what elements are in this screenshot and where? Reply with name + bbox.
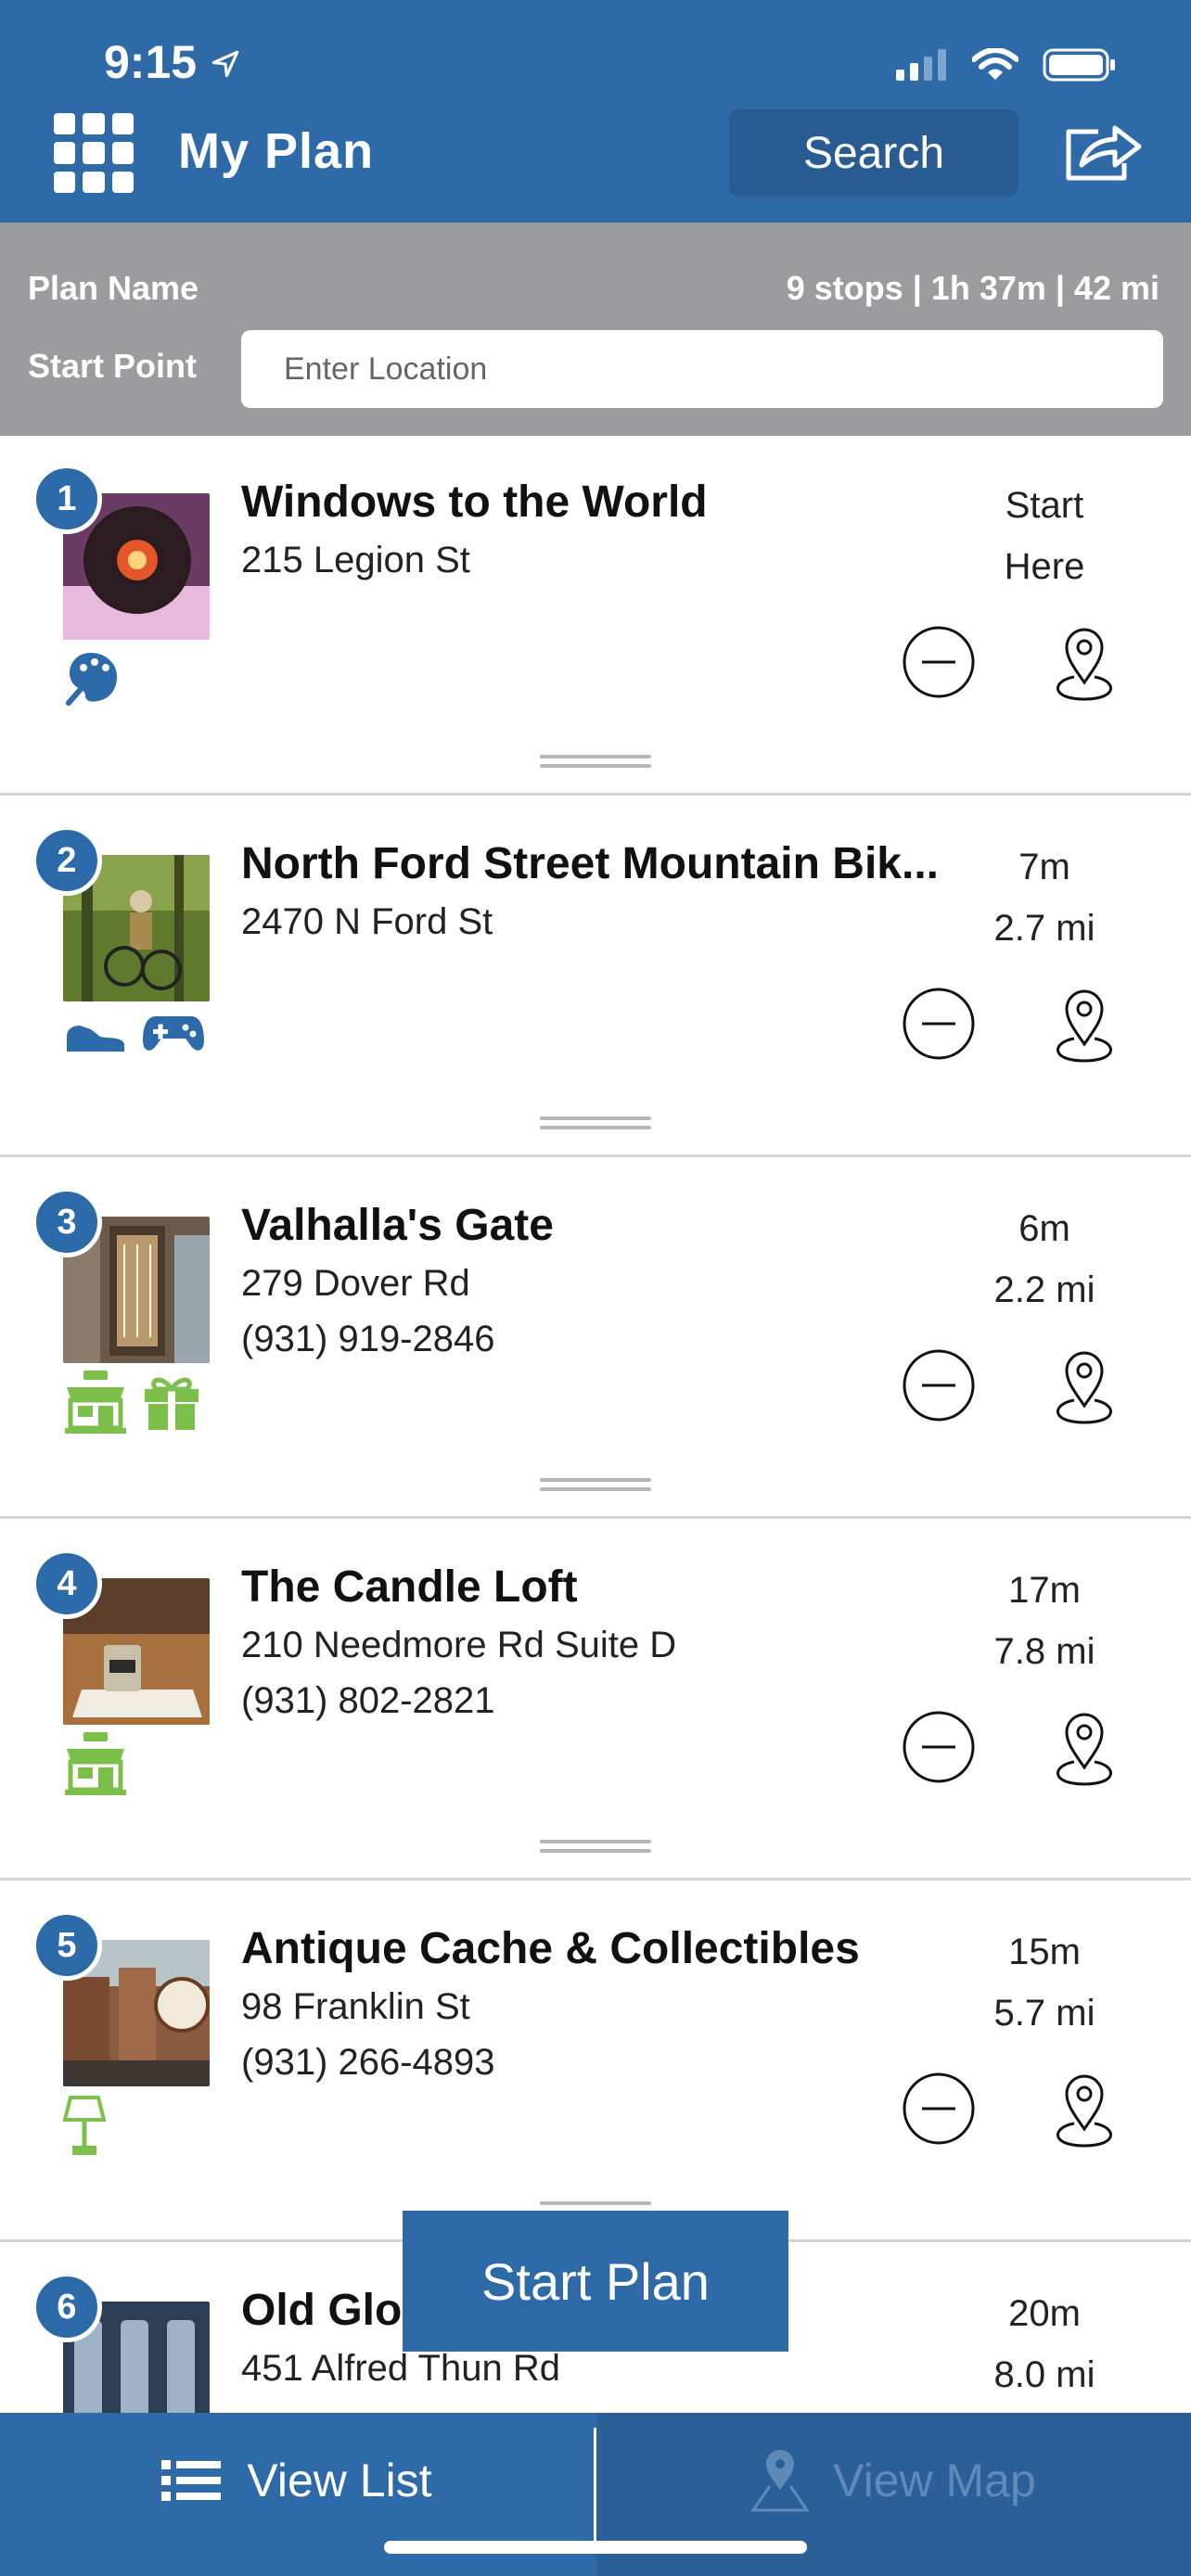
- stop-travel-info: 17m 7.8 mi: [961, 1560, 1128, 1682]
- stop-distance: 7.8 mi: [993, 1631, 1095, 1672]
- stop-name[interactable]: The Candle Loft: [241, 1562, 983, 1613]
- plan-name-label[interactable]: Plan Name: [28, 269, 198, 308]
- stop-address: 210 Needmore Rd Suite D: [241, 1625, 677, 1665]
- list-icon: [161, 2460, 222, 2501]
- stop-name[interactable]: Valhalla's Gate: [241, 1200, 983, 1251]
- start-plan-button[interactable]: Start Plan: [403, 2211, 788, 2352]
- home-indicator: [384, 2541, 807, 2554]
- plan-summary: Plan Name 9 stops | 1h 37m | 42 mi Start…: [0, 223, 1191, 436]
- stop-distance: 2.7 mi: [993, 908, 1095, 949]
- tab-view-list-label: View List: [247, 2455, 432, 2506]
- stop-address: 98 Franklin St: [241, 1986, 470, 2027]
- drag-handle[interactable]: [540, 1116, 651, 1129]
- gamepad-icon: [143, 1016, 204, 1051]
- stop-distance: Here: [1004, 546, 1085, 587]
- map-pin-icon[interactable]: [1046, 2066, 1122, 2149]
- drag-handle[interactable]: [540, 1478, 651, 1491]
- location-arrow-icon: [211, 50, 239, 78]
- remove-stop-icon[interactable]: [902, 2072, 976, 2146]
- lamp-icon: [63, 2096, 106, 2155]
- stop-distance: 5.7 mi: [993, 1993, 1095, 2034]
- remove-stop-icon[interactable]: [902, 987, 976, 1061]
- wifi-icon: [972, 48, 1018, 80]
- stop-address: 2470 N Ford St: [241, 901, 493, 942]
- remove-stop-icon[interactable]: [902, 625, 976, 699]
- stop-name[interactable]: Windows to the World: [241, 477, 983, 528]
- remove-stop-icon[interactable]: [902, 1710, 976, 1784]
- drag-handle[interactable]: [540, 1840, 651, 1853]
- stop-number-badge: 2: [32, 825, 102, 896]
- bottom-tab-bar: View List View Map: [0, 2413, 1191, 2576]
- map-pin-icon[interactable]: [1046, 1343, 1122, 1426]
- stop-number-badge: 4: [32, 1549, 102, 1619]
- stop-address: 279 Dover Rd: [241, 1263, 470, 1304]
- stop-address: 215 Legion St: [241, 540, 470, 580]
- stop-distance: 2.2 mi: [993, 1269, 1095, 1310]
- stop-time: Start: [1005, 485, 1084, 526]
- share-icon[interactable]: [1061, 121, 1145, 185]
- stop-number-badge: 1: [32, 464, 102, 534]
- stop-travel-info: Start Here: [961, 475, 1128, 597]
- stop-travel-info: 15m 5.7 mi: [961, 1921, 1128, 2044]
- tab-view-map-label: View Map: [833, 2455, 1036, 2506]
- page-title: My Plan: [178, 123, 375, 179]
- stop-row[interactable]: 4 The Candle Loft 210 Needmore Rd Suite …: [0, 1521, 1191, 1881]
- map-pin-icon[interactable]: [1046, 981, 1122, 1065]
- stop-row[interactable]: 3 Valhalla's Gate 279 Dover Rd (931) 919…: [0, 1159, 1191, 1519]
- stop-time: 15m: [1008, 1932, 1081, 1972]
- stop-time: 20m: [1008, 2293, 1081, 2334]
- stops-list[interactable]: 1 Windows to the World 215 Legion St Sta…: [0, 436, 1191, 2413]
- stop-row[interactable]: 5 Antique Cache & Collectibles 98 Frankl…: [0, 1882, 1191, 2242]
- stop-number-badge: 6: [32, 2272, 102, 2342]
- stop-phone[interactable]: (931) 919-2846: [241, 1319, 495, 1360]
- map-pin-filled-icon: [751, 2450, 810, 2512]
- start-point-label: Start Point: [28, 347, 198, 385]
- search-button[interactable]: Search: [729, 109, 1018, 197]
- remove-stop-icon[interactable]: [902, 1348, 976, 1422]
- start-location-input[interactable]: Enter Location: [241, 330, 1163, 408]
- stop-distance: 8.0 mi: [993, 2354, 1095, 2395]
- stop-time: 17m: [1008, 1570, 1081, 1611]
- map-pin-icon[interactable]: [1046, 619, 1122, 703]
- drag-handle[interactable]: [540, 755, 651, 768]
- shop-icon: [65, 1732, 126, 1795]
- stop-phone[interactable]: (931) 802-2821: [241, 1680, 495, 1722]
- stop-travel-info: 7m 2.7 mi: [961, 836, 1128, 959]
- signal-icon: [896, 49, 946, 81]
- status-time: 9:15: [104, 36, 198, 88]
- stop-row[interactable]: 1 Windows to the World 215 Legion St Sta…: [0, 436, 1191, 796]
- stop-name[interactable]: North Ford Street Mountain Bik...: [241, 838, 983, 889]
- stop-phone[interactable]: (931) 266-4893: [241, 2042, 495, 2084]
- map-pin-icon[interactable]: [1046, 1704, 1122, 1788]
- stop-number-badge: 3: [32, 1187, 102, 1257]
- sneaker-icon: [67, 1026, 124, 1052]
- palette-icon: [66, 653, 118, 706]
- stop-row[interactable]: 2 North Ford Street Mountain Bik... 2470…: [0, 797, 1191, 1157]
- menu-grid-icon[interactable]: [54, 113, 134, 193]
- stop-address: 451 Alfred Thun Rd: [241, 2348, 560, 2389]
- battery-icon: [1043, 48, 1115, 82]
- stop-travel-info: 20m 8.0 mi: [961, 2283, 1128, 2405]
- plan-stats: 9 stops | 1h 37m | 42 mi: [786, 269, 1159, 307]
- stop-travel-info: 6m 2.2 mi: [961, 1198, 1128, 1320]
- stop-time: 7m: [1018, 847, 1070, 887]
- stop-name[interactable]: Antique Cache & Collectibles: [241, 1923, 983, 1974]
- shop-icon: [65, 1371, 126, 1434]
- stop-number-badge: 5: [32, 1910, 102, 1981]
- stop-time: 6m: [1018, 1208, 1070, 1249]
- app-header: 9:15 My Plan Search: [0, 0, 1191, 223]
- gift-icon: [145, 1377, 198, 1430]
